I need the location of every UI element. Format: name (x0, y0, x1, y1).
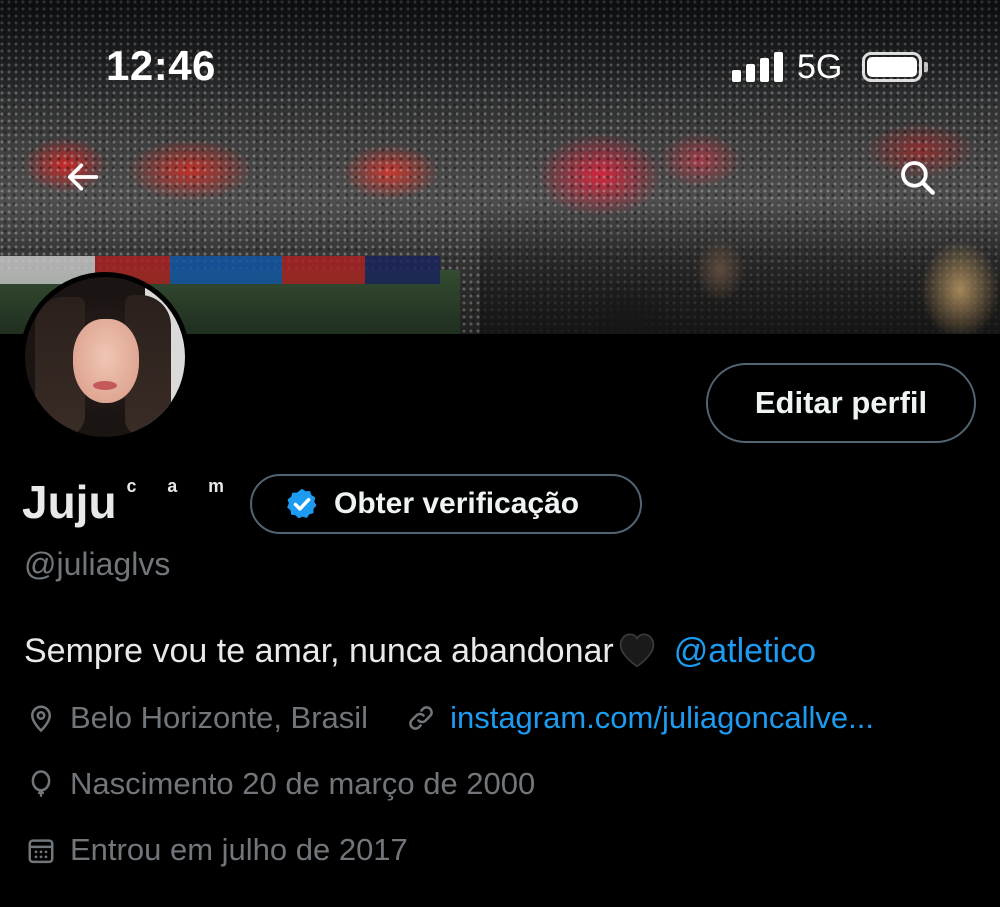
location-website-row: Belo Horizonte, Brasil instagram.com/jul… (24, 700, 874, 736)
black-heart-icon (619, 633, 655, 668)
back-button[interactable] (54, 148, 112, 206)
bio-mention-link[interactable]: @atletico (674, 632, 816, 670)
signal-icon (732, 52, 784, 82)
profile-handle: @juliaglvs (24, 546, 171, 582)
bio-text: Sempre vou te amar, nunca abandonar (24, 632, 614, 670)
search-icon (901, 161, 935, 195)
birthday-text: Nascimento 20 de março de 2000 (70, 766, 536, 801)
profile-bio: Sempre vou te amar, nunca abandonar @atl… (24, 630, 816, 671)
location-text: Belo Horizonte, Brasil (70, 700, 369, 735)
website-link[interactable]: instagram.com/juliagoncallve... (404, 700, 874, 736)
verified-badge-icon (287, 488, 317, 519)
battery-icon (862, 52, 928, 82)
location-pin-icon (24, 701, 58, 735)
get-verified-label: Obter verificação (334, 487, 580, 520)
link-icon (404, 701, 438, 735)
calendar-icon (24, 833, 58, 867)
balloon-icon (24, 767, 58, 801)
status-time: 12:46 (106, 42, 216, 89)
network-type: 5G (797, 48, 843, 86)
avatar-photo (25, 277, 185, 437)
profile-name: Juju ᶜ ᵃ ᵐ (22, 470, 235, 534)
arrow-left-icon (67, 163, 99, 191)
edit-profile-button[interactable]: Editar perfil (706, 363, 976, 443)
avatar[interactable] (20, 272, 190, 442)
search-button[interactable] (888, 148, 946, 206)
profile-screen: 12:46 5G Editar perfil Juju ᶜ ᵃ ᵐ Obter … (0, 0, 1000, 907)
display-name-suffix: ᶜ ᵃ ᵐ (126, 474, 236, 504)
get-verified-button[interactable]: Obter verificação (250, 474, 642, 534)
display-name: Juju (22, 476, 117, 528)
website-text[interactable]: instagram.com/juliagoncallve... (450, 700, 874, 736)
joined-text: Entrou em julho de 2017 (70, 832, 408, 867)
joined-row: Entrou em julho de 2017 (24, 832, 408, 868)
birthday-row: Nascimento 20 de março de 2000 (24, 766, 535, 802)
